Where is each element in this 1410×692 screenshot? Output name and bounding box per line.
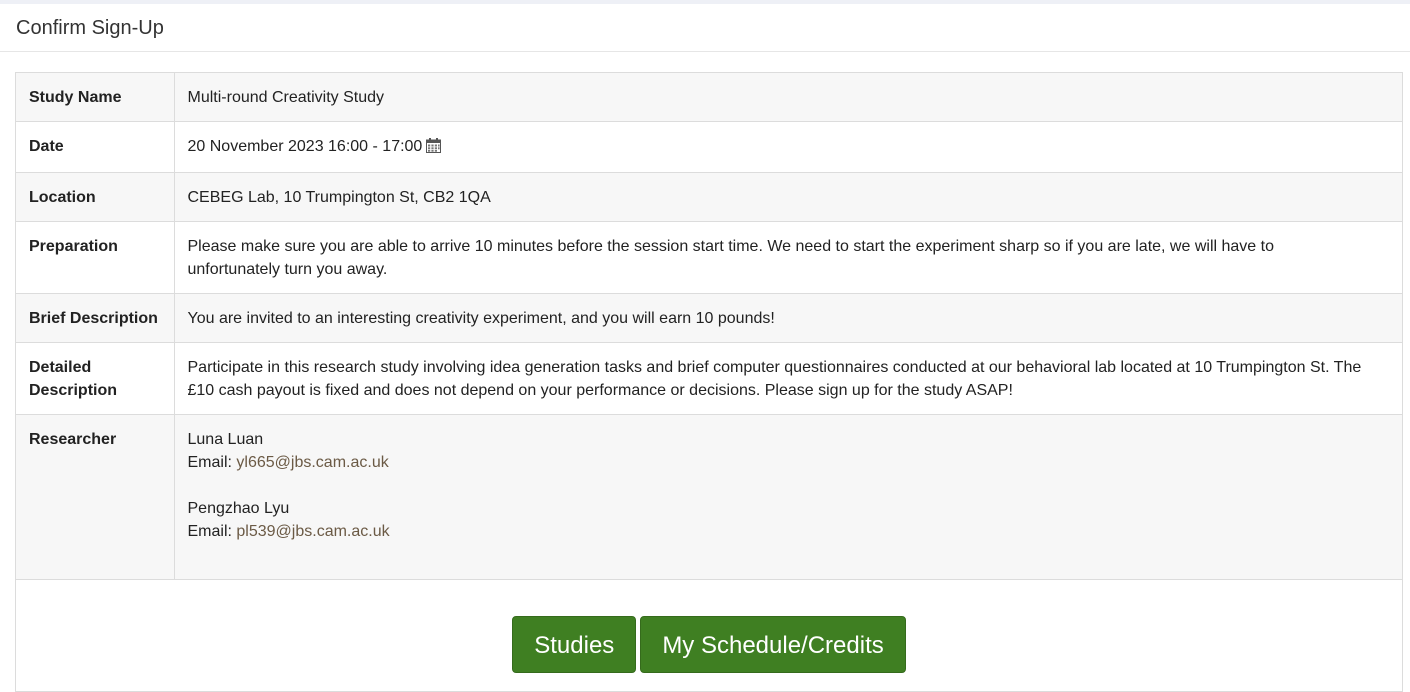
- date-value: 20 November 2023 16:00 - 17:00: [187, 138, 423, 155]
- researcher-value: Luna Luan Email: yl665@jbs.cam.ac.uk Pen…: [174, 414, 1402, 580]
- email-prefix: Email:: [187, 454, 237, 471]
- study-name-label: Study Name: [16, 73, 175, 122]
- date-label: Date: [16, 121, 175, 173]
- researcher-label: Researcher: [16, 414, 175, 580]
- brief-description-value: You are invited to an interesting creati…: [174, 293, 1402, 343]
- date-cell: 20 November 2023 16:00 - 17:00: [174, 121, 1402, 173]
- detailed-description-label: Detailed Description: [16, 342, 175, 415]
- preparation-value: Please make sure you are able to arrive …: [174, 221, 1402, 294]
- researcher-email-link[interactable]: yl665@jbs.cam.ac.uk: [236, 454, 388, 471]
- studies-button[interactable]: Studies: [512, 616, 637, 673]
- row-detailed-description: Detailed Description Participate in this…: [16, 342, 1402, 415]
- study-details-table: Study Name Multi-round Creativity Study …: [16, 73, 1402, 580]
- row-preparation: Preparation Please make sure you are abl…: [16, 221, 1402, 294]
- button-row: Studies My Schedule/Credits: [16, 616, 1402, 673]
- calendar-icon[interactable]: [426, 137, 442, 160]
- row-location: Location CEBEG Lab, 10 Trumpington St, C…: [16, 172, 1402, 222]
- location-value: CEBEG Lab, 10 Trumpington St, CB2 1QA: [174, 172, 1402, 222]
- my-schedule-credits-button[interactable]: My Schedule/Credits: [640, 616, 906, 673]
- detailed-description-value: Participate in this research study invol…: [174, 342, 1402, 415]
- researcher-email-line: Email: pl539@jbs.cam.ac.uk: [188, 520, 1363, 543]
- study-name-value: Multi-round Creativity Study: [174, 73, 1402, 122]
- row-date: Date 20 November 2023 16:00 - 17:00: [16, 121, 1402, 173]
- study-details-panel: Study Name Multi-round Creativity Study …: [15, 72, 1403, 692]
- row-study-name: Study Name Multi-round Creativity Study: [16, 73, 1402, 122]
- preparation-label: Preparation: [16, 221, 175, 294]
- page-header: Confirm Sign-Up: [0, 4, 1410, 52]
- researcher-name: Pengzhao Lyu: [187, 500, 290, 517]
- location-label: Location: [16, 172, 175, 222]
- brief-description-label: Brief Description: [16, 293, 175, 343]
- researcher-name: Luna Luan: [187, 431, 264, 448]
- researcher-email-line: Email: yl665@jbs.cam.ac.uk: [188, 451, 1363, 474]
- email-prefix: Email:: [187, 523, 237, 540]
- row-researcher: Researcher Luna Luan Email: yl665@jbs.ca…: [16, 414, 1402, 580]
- page-title: Confirm Sign-Up: [16, 17, 164, 39]
- researcher-email-link[interactable]: pl539@jbs.cam.ac.uk: [236, 523, 389, 540]
- row-brief-description: Brief Description You are invited to an …: [16, 293, 1402, 343]
